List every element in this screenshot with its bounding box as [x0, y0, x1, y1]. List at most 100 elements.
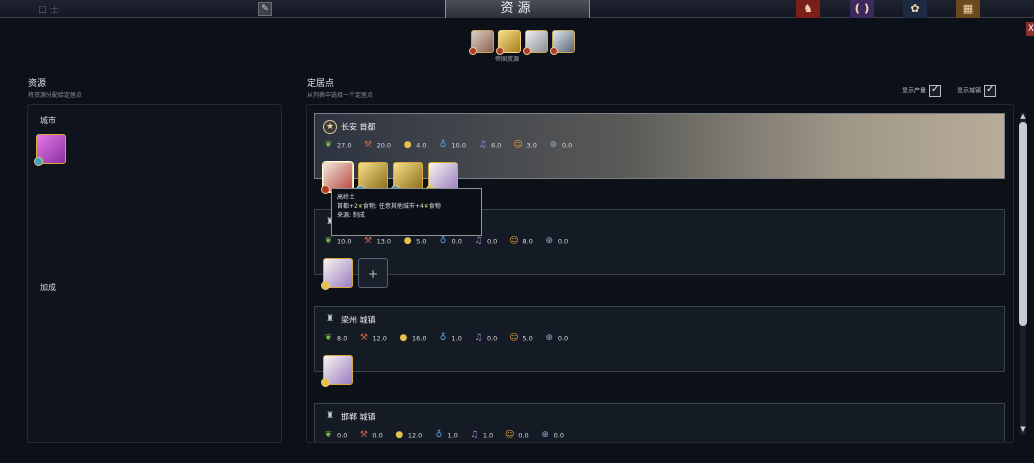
- silk-resource-icon[interactable]: [34, 134, 66, 166]
- scrollbar-thumb[interactable]: [1019, 122, 1027, 326]
- window-title: 资源: [445, 0, 590, 18]
- show-yield-label: 显示产量: [902, 87, 927, 95]
- left-header: 资源 将资源分配给定居点: [28, 76, 82, 99]
- culture-icon: ♫: [478, 140, 487, 150]
- influence-icon: ⊕: [549, 140, 558, 150]
- tooltip-title: 高岭土: [337, 194, 356, 201]
- scroll-up-arrow-icon[interactable]: ▲: [1019, 112, 1027, 120]
- food-icon: ❦: [324, 333, 333, 343]
- influence-icon: ⊕: [545, 236, 554, 246]
- gold-icon: ●: [399, 333, 408, 343]
- happiness-icon: ☺: [505, 430, 515, 440]
- food-icon: ❦: [324, 236, 333, 246]
- influence-icon: ⊕: [545, 333, 554, 343]
- happiness-icon: ☺: [509, 333, 519, 343]
- show-yield-checkbox[interactable]: [929, 84, 942, 97]
- science-value: 0.0: [451, 237, 462, 246]
- yield-row: ❦ 10.0 ⚒ 13.0 ● 5.0 ♁ 0.0 ♫ 0.0 ☺ 8.0 ⊕ 0.0: [323, 236, 577, 247]
- production-icon: ⚒: [364, 236, 373, 246]
- science-icon: ♁: [439, 333, 447, 343]
- yield-row: ❦ 8.0 ⚒ 12.0 ● 16.0 ♁ 1.0 ♫ 0.0 ☺ 5.0 ⊕ 0.0: [323, 333, 577, 344]
- culture-icon: ♫: [470, 430, 479, 440]
- tooltip-source: 来源: 制成: [337, 212, 365, 219]
- military-icon[interactable]: ♞: [796, 0, 820, 18]
- science-icon: ♁: [435, 430, 443, 440]
- happiness-icon: ☺: [513, 140, 523, 150]
- settlement-card-handan[interactable]: ♜ 邯郸 城镇 ❦ 0.0 ⚒ 0.0 ● 12.0 ♁ 1.0 ♫ 1.0 ☺ 0.0 ⊕ 0…: [314, 403, 1005, 442]
- settlement-card-liangzhou[interactable]: ♜ 梁州 城镇 ❦ 8.0 ⚒ 12.0 ● 16.0 ♁ 1.0 ♫ 0.0 ☺ 5.0 ⊕…: [314, 306, 1005, 387]
- map-icon[interactable]: ▦: [956, 0, 980, 18]
- science-value: 1.0: [447, 431, 458, 440]
- science-icon: ♁: [439, 236, 447, 246]
- resource-filter: [469, 30, 581, 55]
- production-value: 20.0: [376, 141, 392, 150]
- production-value: 13.0: [376, 237, 392, 246]
- happiness-value: 3.0: [526, 141, 537, 150]
- food-icon: ❦: [324, 140, 333, 150]
- right-heading: 定居点: [307, 79, 335, 89]
- culture-value: 1.0: [482, 431, 494, 440]
- culture-icon: ♫: [474, 333, 483, 343]
- cotton-resource-slot[interactable]: [321, 258, 353, 290]
- tooltip-effect-c: 食物: [428, 203, 441, 210]
- filter-label: 帝国资源: [495, 56, 520, 63]
- left-subheading: 将资源分配给定居点: [28, 92, 83, 99]
- culture-value: 0.0: [486, 237, 498, 246]
- production-icon: ⚒: [364, 140, 373, 150]
- production-icon: ⚒: [359, 333, 368, 343]
- scroll-down-arrow-icon[interactable]: ▼: [1019, 425, 1027, 433]
- yield-row: ❦ 0.0 ⚒ 0.0 ● 12.0 ♁ 1.0 ♫ 1.0 ☺ 0.0 ⊕ 0.0: [323, 430, 573, 441]
- science-value: 1.0: [451, 334, 462, 343]
- gold-value: 16.0: [411, 334, 427, 343]
- settlement-name: 长安 首都: [341, 122, 376, 132]
- show-towns-checkbox[interactable]: [984, 84, 997, 97]
- edit-icon[interactable]: ✎: [258, 2, 272, 16]
- settlement-list: ★ 长安 首都 ❦ 27.0 ⚒ 20.0 ● 4.0 ♁ 10.0 ♫ 6.0 ☺ 3.0 …: [306, 104, 1014, 443]
- settlement-name: 邯郸 城镇: [341, 412, 376, 422]
- show-towns-toggle[interactable]: 显示城镇: [957, 84, 997, 97]
- artifact-icon[interactable]: [523, 30, 548, 55]
- close-button[interactable]: X: [1026, 22, 1034, 36]
- town-icon: ♜: [325, 411, 335, 421]
- kaolin-icon[interactable]: [469, 30, 494, 55]
- food-value: 8.0: [337, 334, 348, 343]
- food-value: 0.0: [337, 431, 348, 440]
- gold-value: 12.0: [407, 431, 423, 440]
- influence-value: 0.0: [561, 141, 573, 150]
- happiness-value: 5.0: [522, 334, 533, 343]
- tooltip-effect-b: 食物; 任意其他城市+4: [362, 203, 424, 210]
- resource-tooltip: 高岭土 首都+2❦食物; 任意其他城市+4❦食物 来源: 制成: [331, 188, 482, 236]
- influence-value: 0.0: [557, 237, 569, 246]
- city-section-label: 城市: [40, 116, 56, 125]
- happiness-icon: ☺: [509, 236, 519, 246]
- show-yield-toggle[interactable]: 显示产量: [902, 84, 942, 97]
- yield-row: ❦ 27.0 ⚒ 20.0 ● 4.0 ♁ 10.0 ♫ 6.0 ☺ 3.0 ⊕ 0.0: [323, 140, 581, 151]
- cotton-resource-slot[interactable]: [321, 355, 353, 387]
- add-resource-slot[interactable]: +: [358, 258, 388, 288]
- happiness-value: 0.0: [518, 431, 529, 440]
- tooltip-effect-a: 首都+2: [337, 203, 358, 210]
- gold-value: 5.0: [416, 237, 427, 246]
- tooltip-effect: 首都+2❦食物; 任意其他城市+4❦食物: [337, 202, 476, 211]
- influence-icon: ⊕: [541, 430, 549, 440]
- lotus-icon[interactable]: ✿: [903, 0, 927, 18]
- culture-value: 6.0: [491, 141, 502, 150]
- town-icon: ♜: [325, 314, 335, 324]
- gold-bars-icon[interactable]: [496, 30, 521, 55]
- happiness-value: 8.0: [522, 237, 533, 246]
- culture-value: 0.0: [486, 334, 498, 343]
- gold-icon: ●: [403, 140, 412, 150]
- influence-value: 0.0: [553, 431, 565, 440]
- science-icon: ♁: [439, 140, 447, 150]
- globe-icon[interactable]: [550, 30, 575, 55]
- gold-value: 4.0: [416, 141, 427, 150]
- left-heading: 资源: [28, 79, 47, 89]
- food-value: 10.0: [337, 237, 352, 246]
- settlement-card-changan[interactable]: ★ 长安 首都 ❦ 27.0 ⚒ 20.0 ● 4.0 ♁ 10.0 ♫ 6.0 ☺ 3.0 …: [314, 113, 1005, 194]
- culture-icon[interactable]: ❪❫: [850, 0, 874, 18]
- food-value: 27.0: [337, 141, 352, 150]
- influence-value: 0.0: [557, 334, 569, 343]
- production-value: 12.0: [372, 334, 387, 343]
- top-bar-faded-text: 口 士: [38, 6, 59, 16]
- science-value: 10.0: [451, 141, 467, 150]
